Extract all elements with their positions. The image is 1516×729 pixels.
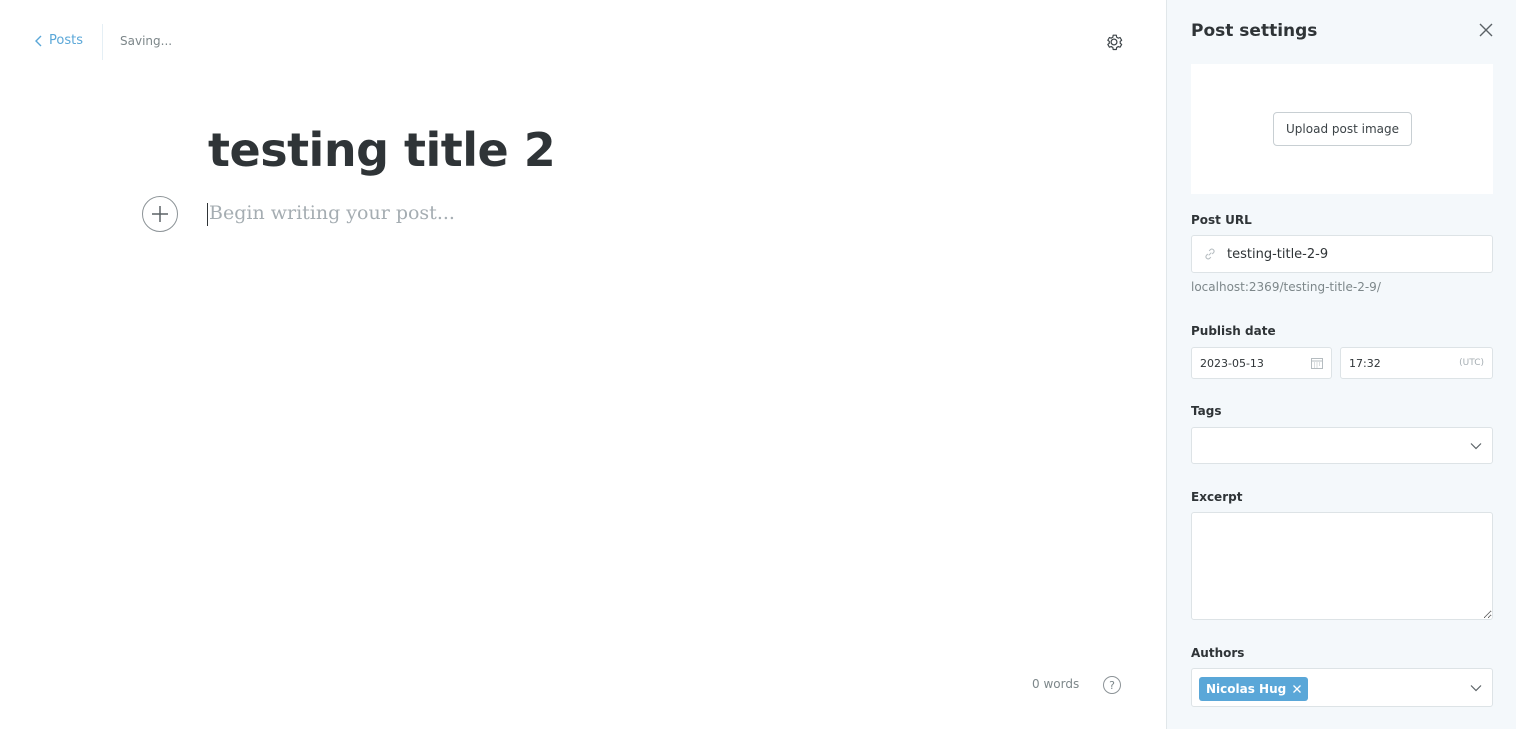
settings-toggle-button[interactable] <box>1103 31 1125 53</box>
post-url-input[interactable] <box>1227 246 1477 262</box>
tags-select[interactable] <box>1191 427 1493 464</box>
question-icon: ? <box>1109 678 1115 692</box>
add-card-button[interactable] <box>142 196 178 232</box>
authors-label: Authors <box>1191 646 1245 660</box>
text-caret <box>207 203 208 226</box>
post-url-field[interactable] <box>1191 235 1493 273</box>
post-body-editor[interactable]: Begin writing your post... <box>209 202 455 224</box>
excerpt-textarea[interactable] <box>1191 512 1493 620</box>
back-to-posts-link[interactable]: Posts <box>34 33 83 48</box>
chevron-down-icon <box>1470 442 1482 449</box>
upload-post-image-button[interactable]: Upload post image <box>1273 112 1412 146</box>
author-token-label: Nicolas Hug <box>1206 682 1287 696</box>
timezone-label: (UTC) <box>1459 358 1484 368</box>
excerpt-label: Excerpt <box>1191 490 1243 504</box>
gear-icon <box>1107 34 1123 51</box>
back-link-label: Posts <box>49 33 83 48</box>
publish-date-field[interactable]: 2023-05-13 <box>1191 347 1332 379</box>
author-token: Nicolas Hug <box>1199 677 1309 701</box>
publish-time-field[interactable]: 17:32 (UTC) <box>1340 347 1493 379</box>
close-icon <box>1479 23 1493 37</box>
post-image-dropzone[interactable]: Upload post image <box>1191 64 1493 194</box>
plus-icon <box>152 206 168 222</box>
post-title[interactable]: testing title 2 <box>208 123 556 177</box>
remove-author-button[interactable] <box>1292 684 1302 694</box>
editor-area: Posts Saving... testing title 2 Begin wr… <box>0 0 1166 729</box>
help-button[interactable]: ? <box>1103 676 1121 694</box>
word-count: 0 words <box>1032 677 1080 691</box>
link-icon <box>1205 248 1215 260</box>
chevron-down-icon <box>1470 684 1482 691</box>
chevron-left-icon <box>35 35 42 46</box>
publish-date-label: Publish date <box>1191 324 1276 338</box>
close-settings-button[interactable] <box>1478 22 1494 38</box>
save-status: Saving... <box>120 34 173 48</box>
post-settings-panel: Post settings Upload post image Post URL… <box>1166 0 1516 729</box>
post-url-label: Post URL <box>1191 213 1252 227</box>
publish-date-value: 2023-05-13 <box>1200 356 1264 370</box>
calendar-icon <box>1311 358 1323 369</box>
tags-label: Tags <box>1191 404 1222 418</box>
authors-select[interactable]: Nicolas Hug <box>1191 668 1493 707</box>
topbar-divider <box>102 24 103 60</box>
publish-time-value: 17:32 <box>1349 356 1381 370</box>
post-url-preview: localhost:2369/testing-title-2-9/ <box>1191 280 1381 294</box>
x-icon <box>1293 685 1302 693</box>
editor-topbar: Posts Saving... <box>0 0 1166 84</box>
panel-title: Post settings <box>1191 21 1318 41</box>
